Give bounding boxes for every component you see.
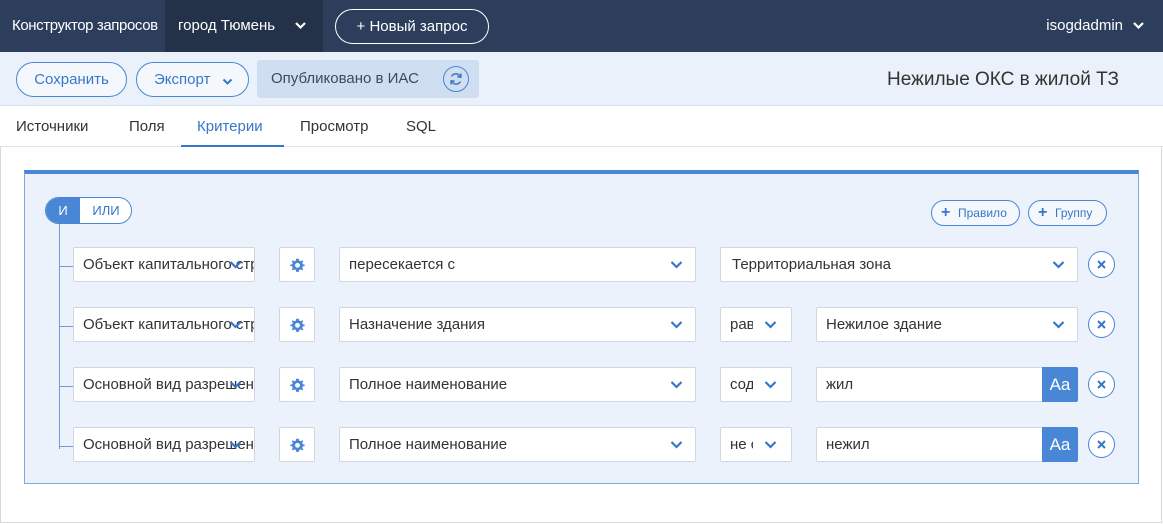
chevron-down-icon xyxy=(764,381,777,389)
export-label: Экспорт xyxy=(154,71,211,88)
close-icon xyxy=(1097,440,1106,449)
chevron-down-icon xyxy=(764,321,777,329)
rule-operator-select[interactable]: равно xyxy=(720,307,792,342)
tree-branch xyxy=(59,446,73,447)
plus-icon: + xyxy=(941,204,951,221)
chevron-down-icon xyxy=(670,321,683,329)
rule-source-select[interactable]: Основной вид разрешенного использования xyxy=(73,367,255,402)
rule-operator-value: содержит xyxy=(730,376,753,393)
chevron-down-icon xyxy=(229,441,242,449)
tree-branch xyxy=(59,326,73,327)
query-title: Нежилые ОКС в жилой ТЗ xyxy=(887,69,1119,90)
tree-line xyxy=(59,224,60,449)
chevron-down-icon xyxy=(1133,22,1144,30)
rule-settings-button[interactable] xyxy=(279,427,315,462)
rule-source-select[interactable]: Основной вид разрешенного использования xyxy=(73,427,255,462)
new-query-button[interactable]: + Новый запрос xyxy=(335,9,489,44)
rule-operator-value: равно xyxy=(730,316,753,333)
font-case-icon: Aa xyxy=(1049,435,1071,454)
rule-field-select[interactable]: Назначение здания xyxy=(339,307,696,342)
save-button[interactable]: Сохранить xyxy=(16,62,127,97)
remove-rule-button[interactable] xyxy=(1088,251,1115,278)
rule-settings-button[interactable] xyxy=(279,307,315,342)
chevron-down-icon xyxy=(670,381,683,389)
rule-field-select[interactable]: Полное наименование xyxy=(339,427,696,462)
sync-icon xyxy=(450,73,462,85)
gear-icon xyxy=(290,318,305,332)
criteria-group: И ИЛИ + Правило + Группу Объект капиталь… xyxy=(24,170,1139,484)
tree-branch xyxy=(59,386,73,387)
close-icon xyxy=(1097,260,1106,269)
rule-value: Территориальная зона xyxy=(732,256,891,273)
plus-icon: + xyxy=(1038,204,1048,221)
add-rule-label: Правило xyxy=(958,206,1007,220)
case-sensitive-toggle[interactable]: Aa xyxy=(1042,367,1078,402)
rule-source-select[interactable]: Объект капитального строительства xyxy=(73,307,255,342)
remove-rule-button[interactable] xyxy=(1088,431,1115,458)
city-label: город Тюмень xyxy=(178,17,276,34)
rule-value-input[interactable]: жил xyxy=(816,367,1044,402)
tab-preview[interactable]: Просмотр xyxy=(284,106,385,147)
close-icon xyxy=(1097,380,1106,389)
rule-operator-select[interactable]: содержит xyxy=(720,367,792,402)
rule-operator-value: не содержит xyxy=(730,436,753,453)
city-selector[interactable]: город Тюмень xyxy=(165,0,323,52)
user-menu[interactable]: isogdadmin xyxy=(1046,0,1145,52)
top-navbar: Конструктор запросов город Тюмень + Новы… xyxy=(0,0,1163,52)
rule-settings-button[interactable] xyxy=(279,247,315,282)
close-icon xyxy=(1097,320,1106,329)
published-label: Опубликовано в ИАС xyxy=(271,70,419,87)
app-title: Конструктор запросов xyxy=(12,17,158,34)
gear-icon xyxy=(290,378,305,392)
rule-source-select[interactable]: Объект капитального строительства xyxy=(73,247,255,282)
and-or-toggle: И ИЛИ xyxy=(45,197,132,224)
chevron-down-icon xyxy=(222,78,233,85)
remove-rule-button[interactable] xyxy=(1088,371,1115,398)
add-group-button[interactable]: + Группу xyxy=(1028,200,1107,226)
chevron-down-icon xyxy=(670,441,683,449)
remove-rule-button[interactable] xyxy=(1088,311,1115,338)
or-toggle-button[interactable]: ИЛИ xyxy=(80,198,131,223)
tab-sql[interactable]: SQL xyxy=(390,106,452,147)
tab-sources[interactable]: Источники xyxy=(0,106,104,147)
rule-value-select[interactable]: Нежилое здание xyxy=(816,307,1078,342)
rule-value: Нежилое здание xyxy=(826,316,942,333)
case-sensitive-toggle[interactable]: Aa xyxy=(1042,427,1078,462)
rule-settings-button[interactable] xyxy=(279,367,315,402)
chevron-down-icon xyxy=(670,261,683,269)
rule-value-select[interactable]: Территориальная зона xyxy=(720,247,1078,282)
sync-button[interactable] xyxy=(443,66,469,92)
chevron-down-icon xyxy=(764,441,777,449)
rule-field-value: Назначение здания xyxy=(349,316,485,333)
tab-fields[interactable]: Поля xyxy=(113,106,181,147)
chevron-down-icon xyxy=(229,381,242,389)
chevron-down-icon xyxy=(229,321,242,329)
rule-operator-select[interactable]: не содержит xyxy=(720,427,792,462)
add-rule-button[interactable]: + Правило xyxy=(931,200,1020,226)
export-dropdown-button[interactable]: Экспорт xyxy=(136,62,249,97)
rule-field-select[interactable]: Полное наименование xyxy=(339,367,696,402)
font-case-icon: Aa xyxy=(1049,375,1071,394)
query-toolbar: Сохранить Экспорт Опубликовано в ИАС Неж… xyxy=(0,52,1163,106)
gear-icon xyxy=(290,258,305,272)
chevron-down-icon xyxy=(1052,261,1065,269)
published-status: Опубликовано в ИАС xyxy=(257,60,479,98)
rule-value: жил xyxy=(826,376,854,393)
user-name: isogdadmin xyxy=(1046,17,1123,34)
rule-field-value: Полное наименование xyxy=(349,436,508,453)
rule-field-select[interactable]: пересекается с xyxy=(339,247,696,282)
rule-value: нежил xyxy=(826,436,870,453)
rule-field-value: Полное наименование xyxy=(349,376,508,393)
rule-value-input[interactable]: нежил xyxy=(816,427,1044,462)
tree-branch xyxy=(59,266,73,267)
and-toggle-button[interactable]: И xyxy=(46,198,80,223)
gear-icon xyxy=(290,438,305,452)
tab-bar: Источники Поля Критерии Просмотр SQL xyxy=(0,106,1163,147)
chevron-down-icon xyxy=(229,261,242,269)
rule-field-value: пересекается с xyxy=(349,256,456,273)
chevron-down-icon xyxy=(1052,321,1065,329)
add-group-label: Группу xyxy=(1055,206,1093,220)
tab-criteria[interactable]: Критерии xyxy=(181,106,284,147)
chevron-down-icon xyxy=(295,22,306,30)
